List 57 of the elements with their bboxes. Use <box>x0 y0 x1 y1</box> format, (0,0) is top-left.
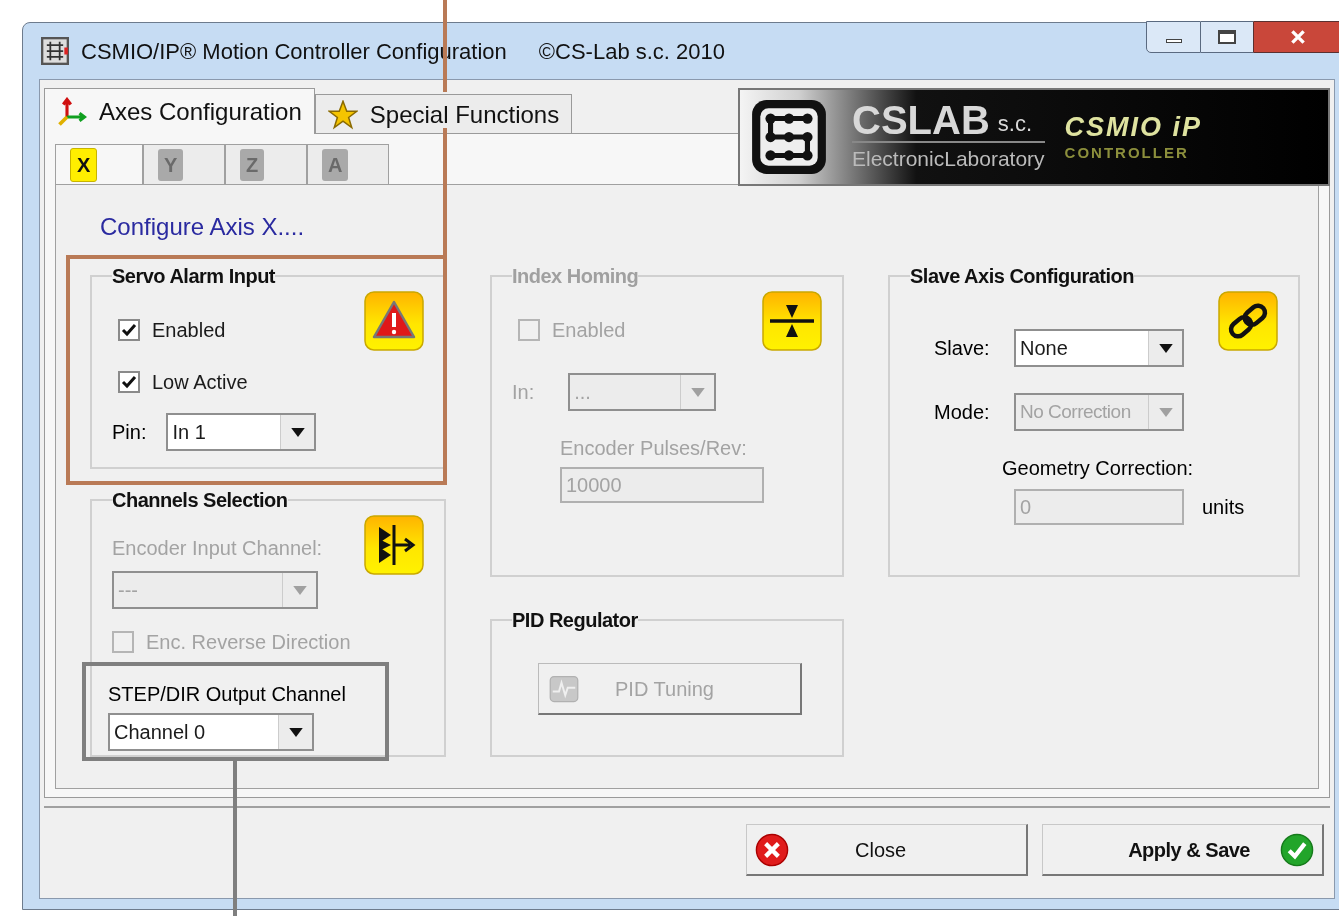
logo-brand: CSLAB <box>852 99 990 140</box>
tab[interactable]: Special Functions <box>314 94 573 134</box>
product-name: CSMIO iP <box>1064 114 1203 141</box>
caret-icon <box>290 427 305 437</box>
close-dialog-button[interactable]: Close <box>746 824 1028 876</box>
close-icon <box>755 832 789 867</box>
checkmark-icon <box>1280 832 1314 867</box>
close-icon <box>1289 28 1307 46</box>
dropdown[interactable]: Channel 0 <box>108 713 314 751</box>
tab[interactable]: Axes Configuration <box>44 88 315 134</box>
field-label: In: <box>512 380 535 405</box>
group-title: Index Homing <box>512 264 639 289</box>
checkbox-label: Enc. Reverse Direction <box>146 630 351 655</box>
group-title: PID Regulator <box>512 608 638 633</box>
axis-tab[interactable]: X <box>55 144 143 184</box>
split-arrows-icon <box>364 515 424 575</box>
checkbox-label: Low Active <box>152 370 248 395</box>
maximize-button[interactable] <box>1201 21 1253 53</box>
caret-icon <box>1158 343 1173 353</box>
product-subtitle: CONTROLLER <box>1064 145 1190 160</box>
section-heading: Configure Axis X.... <box>100 212 306 242</box>
group-title: Slave Axis Configuration <box>910 264 1134 289</box>
checkbox-label: Enabled <box>152 318 226 343</box>
checkbox-label: Enabled <box>552 318 626 343</box>
minimize-button[interactable] <box>1146 21 1201 53</box>
close-button[interactable] <box>1253 21 1339 53</box>
axis-tab[interactable]: Z <box>225 144 307 184</box>
checkbox[interactable] <box>118 371 140 393</box>
field-label: Encoder Pulses/Rev: <box>560 436 748 461</box>
axis-tab[interactable]: Y <box>143 144 225 184</box>
chain-link-icon <box>1218 291 1278 351</box>
dropdown[interactable]: In 1 <box>166 413 317 451</box>
logo-suffix: s.c. <box>997 109 1032 138</box>
copyright-text: ©CS-Lab s.c. 2010 <box>538 37 726 66</box>
field-label: Geometry Correction: <box>1002 456 1195 481</box>
caret-icon <box>288 727 303 737</box>
star-icon <box>327 99 358 130</box>
caret-icon <box>292 585 307 595</box>
caret-icon <box>690 387 705 397</box>
axes-icon <box>57 96 87 127</box>
field-label: Pin: <box>112 420 147 445</box>
field-label: Encoder Input Channel: <box>112 536 323 561</box>
field-label: Slave: <box>934 336 991 361</box>
apply-save-button[interactable]: Apply & Save <box>1042 824 1324 876</box>
field-label: Mode: <box>934 400 991 425</box>
dropdown[interactable]: None <box>1014 329 1184 367</box>
group-title: Channels Selection <box>112 488 288 513</box>
warning-icon <box>364 291 424 351</box>
grid-app-icon <box>41 37 69 65</box>
index-marker-icon <box>762 291 822 351</box>
group-title: Servo Alarm Input <box>112 264 275 289</box>
caret-icon <box>1158 407 1173 417</box>
chart-icon <box>549 673 579 704</box>
unit-label: units <box>1202 495 1245 520</box>
checkbox[interactable] <box>118 319 140 341</box>
field-label: STEP/DIR Output Channel <box>108 682 347 707</box>
axis-tab[interactable]: A <box>307 144 389 184</box>
